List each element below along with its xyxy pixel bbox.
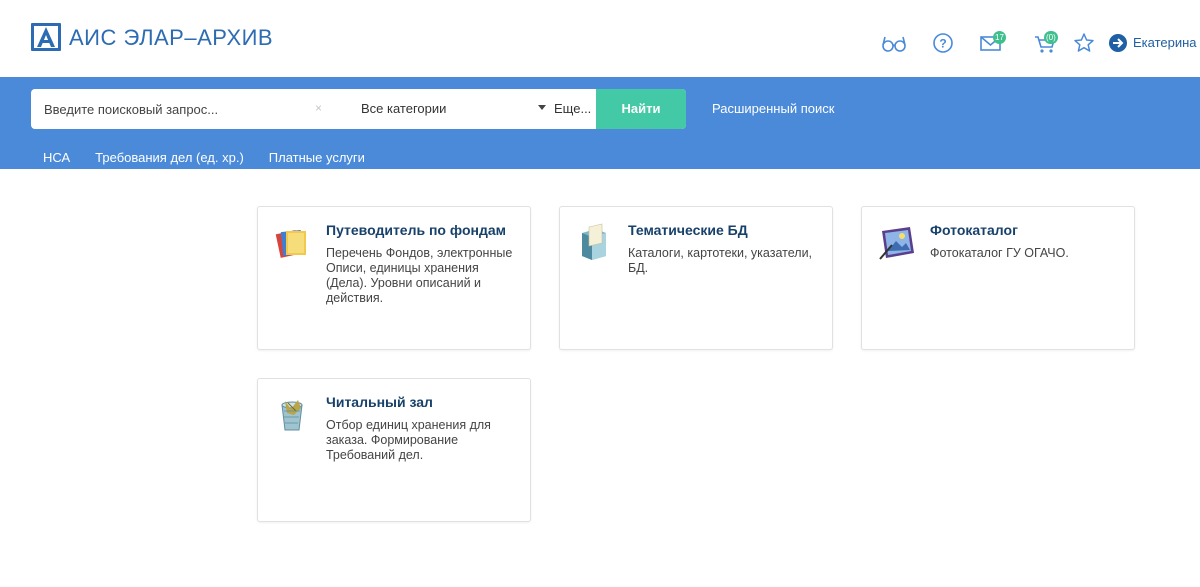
nav-item-paid-services[interactable]: Платные услуги	[269, 150, 365, 165]
card-reading-room[interactable]: Читальный зал Отбор единиц хранения для …	[257, 378, 531, 522]
category-select[interactable]: Все категории	[361, 101, 446, 116]
header: АИС ЭЛАР–АРХИВ ? 17 (0) Екатерина	[0, 0, 1200, 77]
card-title[interactable]: Фотокаталог	[930, 222, 1018, 238]
app-title[interactable]: АИС ЭЛАР–АРХИВ	[69, 25, 273, 51]
cart-count-badge: (0)	[1044, 31, 1058, 44]
search-box: × Все категории Еще... Найти	[31, 89, 686, 129]
card-title[interactable]: Путеводитель по фондам	[326, 222, 506, 238]
star-icon[interactable]	[1072, 30, 1098, 56]
basket-icon	[281, 400, 303, 431]
card-description: Фотокаталог ГУ ОГАЧО.	[930, 246, 1069, 260]
svg-text:?: ?	[939, 37, 946, 51]
card-description: Отбор единиц хранения для заказа. Формир…	[326, 418, 491, 462]
find-button[interactable]: Найти	[596, 89, 686, 129]
search-input[interactable]	[31, 89, 311, 129]
card-description: Перечень Фондов, электронные Описи, един…	[326, 246, 513, 305]
catalog-box-icon	[582, 223, 606, 260]
card-description: Каталоги, картотеки, указатели, БД.	[628, 246, 813, 275]
card-photo-catalog[interactable]: Фотокаталог Фотокаталог ГУ ОГАЧО.	[861, 206, 1135, 350]
card-thematic-db[interactable]: Тематические БД Каталоги, картотеки, ука…	[559, 206, 833, 350]
main-nav: НСА Требования дел (ед. хр.) Платные усл…	[43, 150, 365, 165]
clear-search-icon[interactable]: ×	[315, 101, 322, 115]
login-icon[interactable]	[1107, 30, 1133, 56]
mail-count-badge: 17	[993, 31, 1006, 44]
chevron-down-icon[interactable]	[538, 105, 546, 110]
nav-item-nsa[interactable]: НСА	[43, 150, 70, 165]
search-band: × Все категории Еще... Найти Расширенный…	[0, 77, 1200, 169]
help-icon[interactable]: ?	[931, 30, 957, 56]
user-name-link[interactable]: Екатерина	[1133, 35, 1197, 50]
glasses-icon[interactable]	[881, 30, 907, 56]
advanced-search-link[interactable]: Расширенный поиск	[712, 101, 834, 116]
card-title[interactable]: Тематические БД	[628, 222, 748, 238]
folders-icon	[275, 230, 306, 258]
logo-icon[interactable]	[31, 23, 61, 51]
card-title[interactable]: Читальный зал	[326, 394, 433, 410]
photo-album-icon	[879, 227, 914, 260]
nav-item-requests[interactable]: Требования дел (ед. хр.)	[95, 150, 244, 165]
more-options-link[interactable]: Еще...	[554, 101, 591, 116]
card-fund-guide[interactable]: Путеводитель по фондам Перечень Фондов, …	[257, 206, 531, 350]
